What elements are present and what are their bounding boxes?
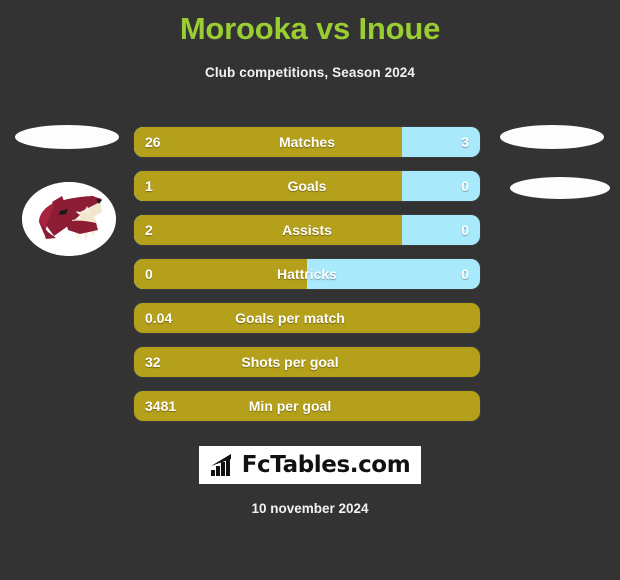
home-team-crest: [22, 182, 116, 256]
blank-crest-placeholder-icon-right-mid: [510, 177, 610, 199]
coyote-head-crest-icon: [22, 182, 116, 256]
blank-crest-placeholder-icon-left-top: [15, 125, 119, 149]
footer-date: 10 november 2024: [251, 501, 369, 516]
away-value-matches: 3: [461, 134, 469, 150]
stat-label-goals: Goals: [287, 178, 327, 194]
stat-row-assists: 2 Assists 0: [134, 215, 480, 245]
stat-row-goals-per-match: 0.04 Goals per match: [134, 303, 480, 333]
brand-name: FcTables.com: [241, 452, 411, 478]
stat-row-shots-per-goal: 32 Shots per goal: [134, 347, 480, 377]
header: Morooka vs Inoue Club competitions, Seas…: [0, 0, 620, 81]
stat-label-assists: Assists: [282, 222, 332, 238]
brand-logo[interactable]: FcTables.com: [199, 446, 421, 484]
stat-row-min-per-goal: 3481 Min per goal: [134, 391, 480, 421]
stat-label-shots-per-goal: Shots per goal: [241, 354, 339, 370]
stat-label-min-per-goal: Min per goal: [248, 398, 332, 414]
stat-row-matches: 26 Matches 3: [134, 127, 480, 157]
page-title: Morooka vs Inoue: [179, 11, 441, 46]
away-value-hattricks: 0: [461, 266, 469, 282]
bar-chart-trend-icon: [210, 454, 231, 476]
stat-row-hattricks: 0 Hattricks 0: [134, 259, 480, 289]
stat-label-goals-per-match: Goals per match: [235, 310, 345, 326]
page-subtitle: Club competitions, Season 2024: [204, 65, 416, 80]
stat-row-goals: 1 Goals 0: [134, 171, 480, 201]
brand-logo-inner: FcTables.com: [210, 453, 411, 477]
stat-label-matches: Matches: [278, 134, 336, 150]
stat-label-hattricks: Hattricks: [277, 266, 337, 282]
stats-comparison-list: 26 Matches 3 1 Goals 0 2 Assists 0 0 Hat…: [134, 127, 480, 435]
blank-crest-placeholder-icon-right-top: [500, 125, 604, 149]
away-value-goals: 0: [461, 178, 469, 194]
away-value-assists: 0: [461, 222, 469, 238]
